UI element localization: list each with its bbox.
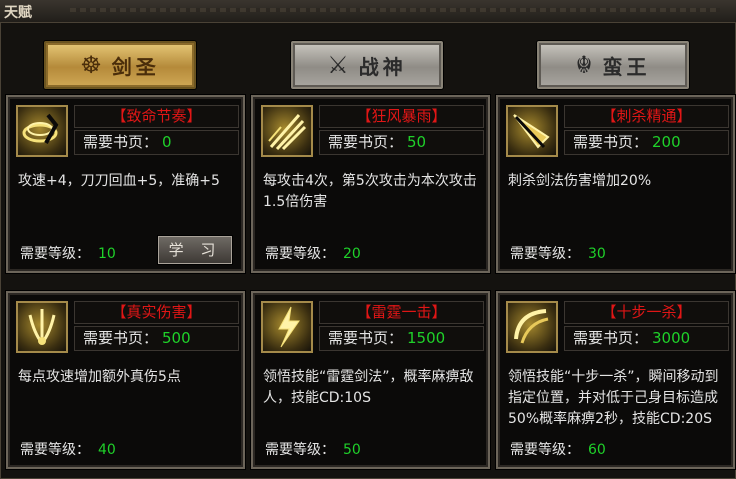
- talent-card-6: 【十步一杀】 需要书页： 3000 领悟技能“十步一杀”，瞬间移动到指定位置，并对…: [496, 291, 735, 469]
- tab-label: 战神: [358, 54, 407, 79]
- talent-pages: 需要书页： 3000: [564, 326, 729, 351]
- talent-level: 需要等级： 50: [265, 439, 361, 459]
- pages-label: 需要书页：: [328, 133, 404, 151]
- level-value: 20: [343, 246, 361, 262]
- ten-step-kill-icon[interactable]: [506, 301, 558, 353]
- pages-label: 需要书页：: [573, 133, 649, 151]
- learn-button[interactable]: 学 习: [158, 236, 232, 264]
- talent-name: 【致命节奏】: [74, 105, 239, 128]
- pages-label: 需要书页：: [573, 329, 649, 347]
- storm-icon[interactable]: [261, 105, 313, 157]
- level-value: 10: [98, 246, 116, 262]
- level-value: 60: [588, 442, 606, 458]
- talent-description: 攻速+4，刀刀回血+5，准确+5: [18, 173, 220, 189]
- level-label: 需要等级：: [265, 246, 335, 262]
- talent-description: 每点攻速增加额外真伤5点: [18, 369, 181, 385]
- sword-saint-emblem-icon: ☸: [80, 51, 102, 79]
- talent-name: 【十步一杀】: [564, 301, 729, 324]
- level-label: 需要等级：: [20, 246, 90, 262]
- level-value: 40: [98, 442, 116, 458]
- pages-value: 200: [652, 133, 681, 151]
- true-damage-icon[interactable]: [16, 301, 68, 353]
- talent-pages: 需要书页： 500: [74, 326, 239, 351]
- talent-level: 需要等级： 30: [510, 243, 606, 263]
- pages-value: 500: [162, 329, 191, 347]
- pages-label: 需要书页：: [328, 329, 404, 347]
- tab-barbarian-king[interactable]: ☬ 蛮王: [537, 41, 689, 89]
- tab-label: 剑圣: [111, 54, 160, 79]
- tab-war-god[interactable]: ⚔ 战神: [291, 41, 443, 89]
- pages-value: 1500: [407, 329, 446, 347]
- pages-value: 0: [162, 133, 172, 151]
- talent-card-4: 【真实伤害】 需要书页： 500 每点攻速增加额外真伤5点 需要等级： 40: [6, 291, 245, 469]
- tab-label: 蛮王: [602, 54, 651, 79]
- assassinate-icon[interactable]: [506, 105, 558, 157]
- talent-level: 需要等级： 40: [20, 439, 116, 459]
- pages-label: 需要书页：: [83, 133, 159, 151]
- talent-pages: 需要书页： 0: [74, 130, 239, 155]
- talent-card-1: 【致命节奏】 需要书页： 0 攻速+4，刀刀回血+5，准确+5 需要等级： 10 学…: [6, 95, 245, 273]
- tab-sword-saint[interactable]: ☸ 剑圣: [44, 41, 196, 89]
- level-label: 需要等级：: [265, 442, 335, 458]
- level-value: 50: [343, 442, 361, 458]
- talent-description: 刺杀剑法伤害增加20%: [508, 173, 652, 189]
- talent-card-2: 【狂风暴雨】 需要书页： 50 每攻击4次，第5次攻击为本次攻击1.5倍伤害 需要…: [251, 95, 490, 273]
- pages-label: 需要书页：: [83, 329, 159, 347]
- level-value: 30: [588, 246, 606, 262]
- talent-pages: 需要书页： 1500: [319, 326, 484, 351]
- talent-name: 【刺杀精通】: [564, 105, 729, 128]
- pages-value: 50: [407, 133, 427, 151]
- talent-pages: 需要书页： 50: [319, 130, 484, 155]
- title-ornament: [70, 8, 720, 12]
- talent-level: 需要等级： 60: [510, 439, 606, 459]
- talent-name: 【狂风暴雨】: [319, 105, 484, 128]
- talent-description: 每攻击4次，第5次攻击为本次攻击1.5倍伤害: [263, 173, 477, 210]
- rhythm-icon[interactable]: [16, 105, 68, 157]
- pages-value: 3000: [652, 329, 691, 347]
- window-titlebar: 天赋: [0, 0, 736, 23]
- thunder-strike-icon[interactable]: [261, 301, 313, 353]
- level-label: 需要等级：: [20, 442, 90, 458]
- level-label: 需要等级：: [510, 246, 580, 262]
- war-god-emblem-icon: ⚔: [327, 51, 349, 79]
- talent-description: 领悟技能“雷霆剑法”，概率麻痹敌人，技能CD:10S: [263, 369, 474, 406]
- talent-level: 需要等级： 20: [265, 243, 361, 263]
- level-label: 需要等级：: [510, 442, 580, 458]
- barbarian-king-emblem-icon: ☬: [575, 51, 593, 79]
- talent-description: 领悟技能“十步一杀”，瞬间移动到指定位置，并对低于己身目标造成50%概率麻痹2秒…: [508, 369, 719, 427]
- talent-name: 【真实伤害】: [74, 301, 239, 324]
- window-title: 天赋: [4, 5, 32, 21]
- talent-name: 【雷霆一击】: [319, 301, 484, 324]
- talent-pages: 需要书页： 200: [564, 130, 729, 155]
- talent-card-5: 【雷霆一击】 需要书页： 1500 领悟技能“雷霆剑法”，概率麻痹敌人，技能CD:…: [251, 291, 490, 469]
- talent-level: 需要等级： 10: [20, 243, 116, 263]
- talent-card-3: 【刺杀精通】 需要书页： 200 刺杀剑法伤害增加20% 需要等级： 30: [496, 95, 735, 273]
